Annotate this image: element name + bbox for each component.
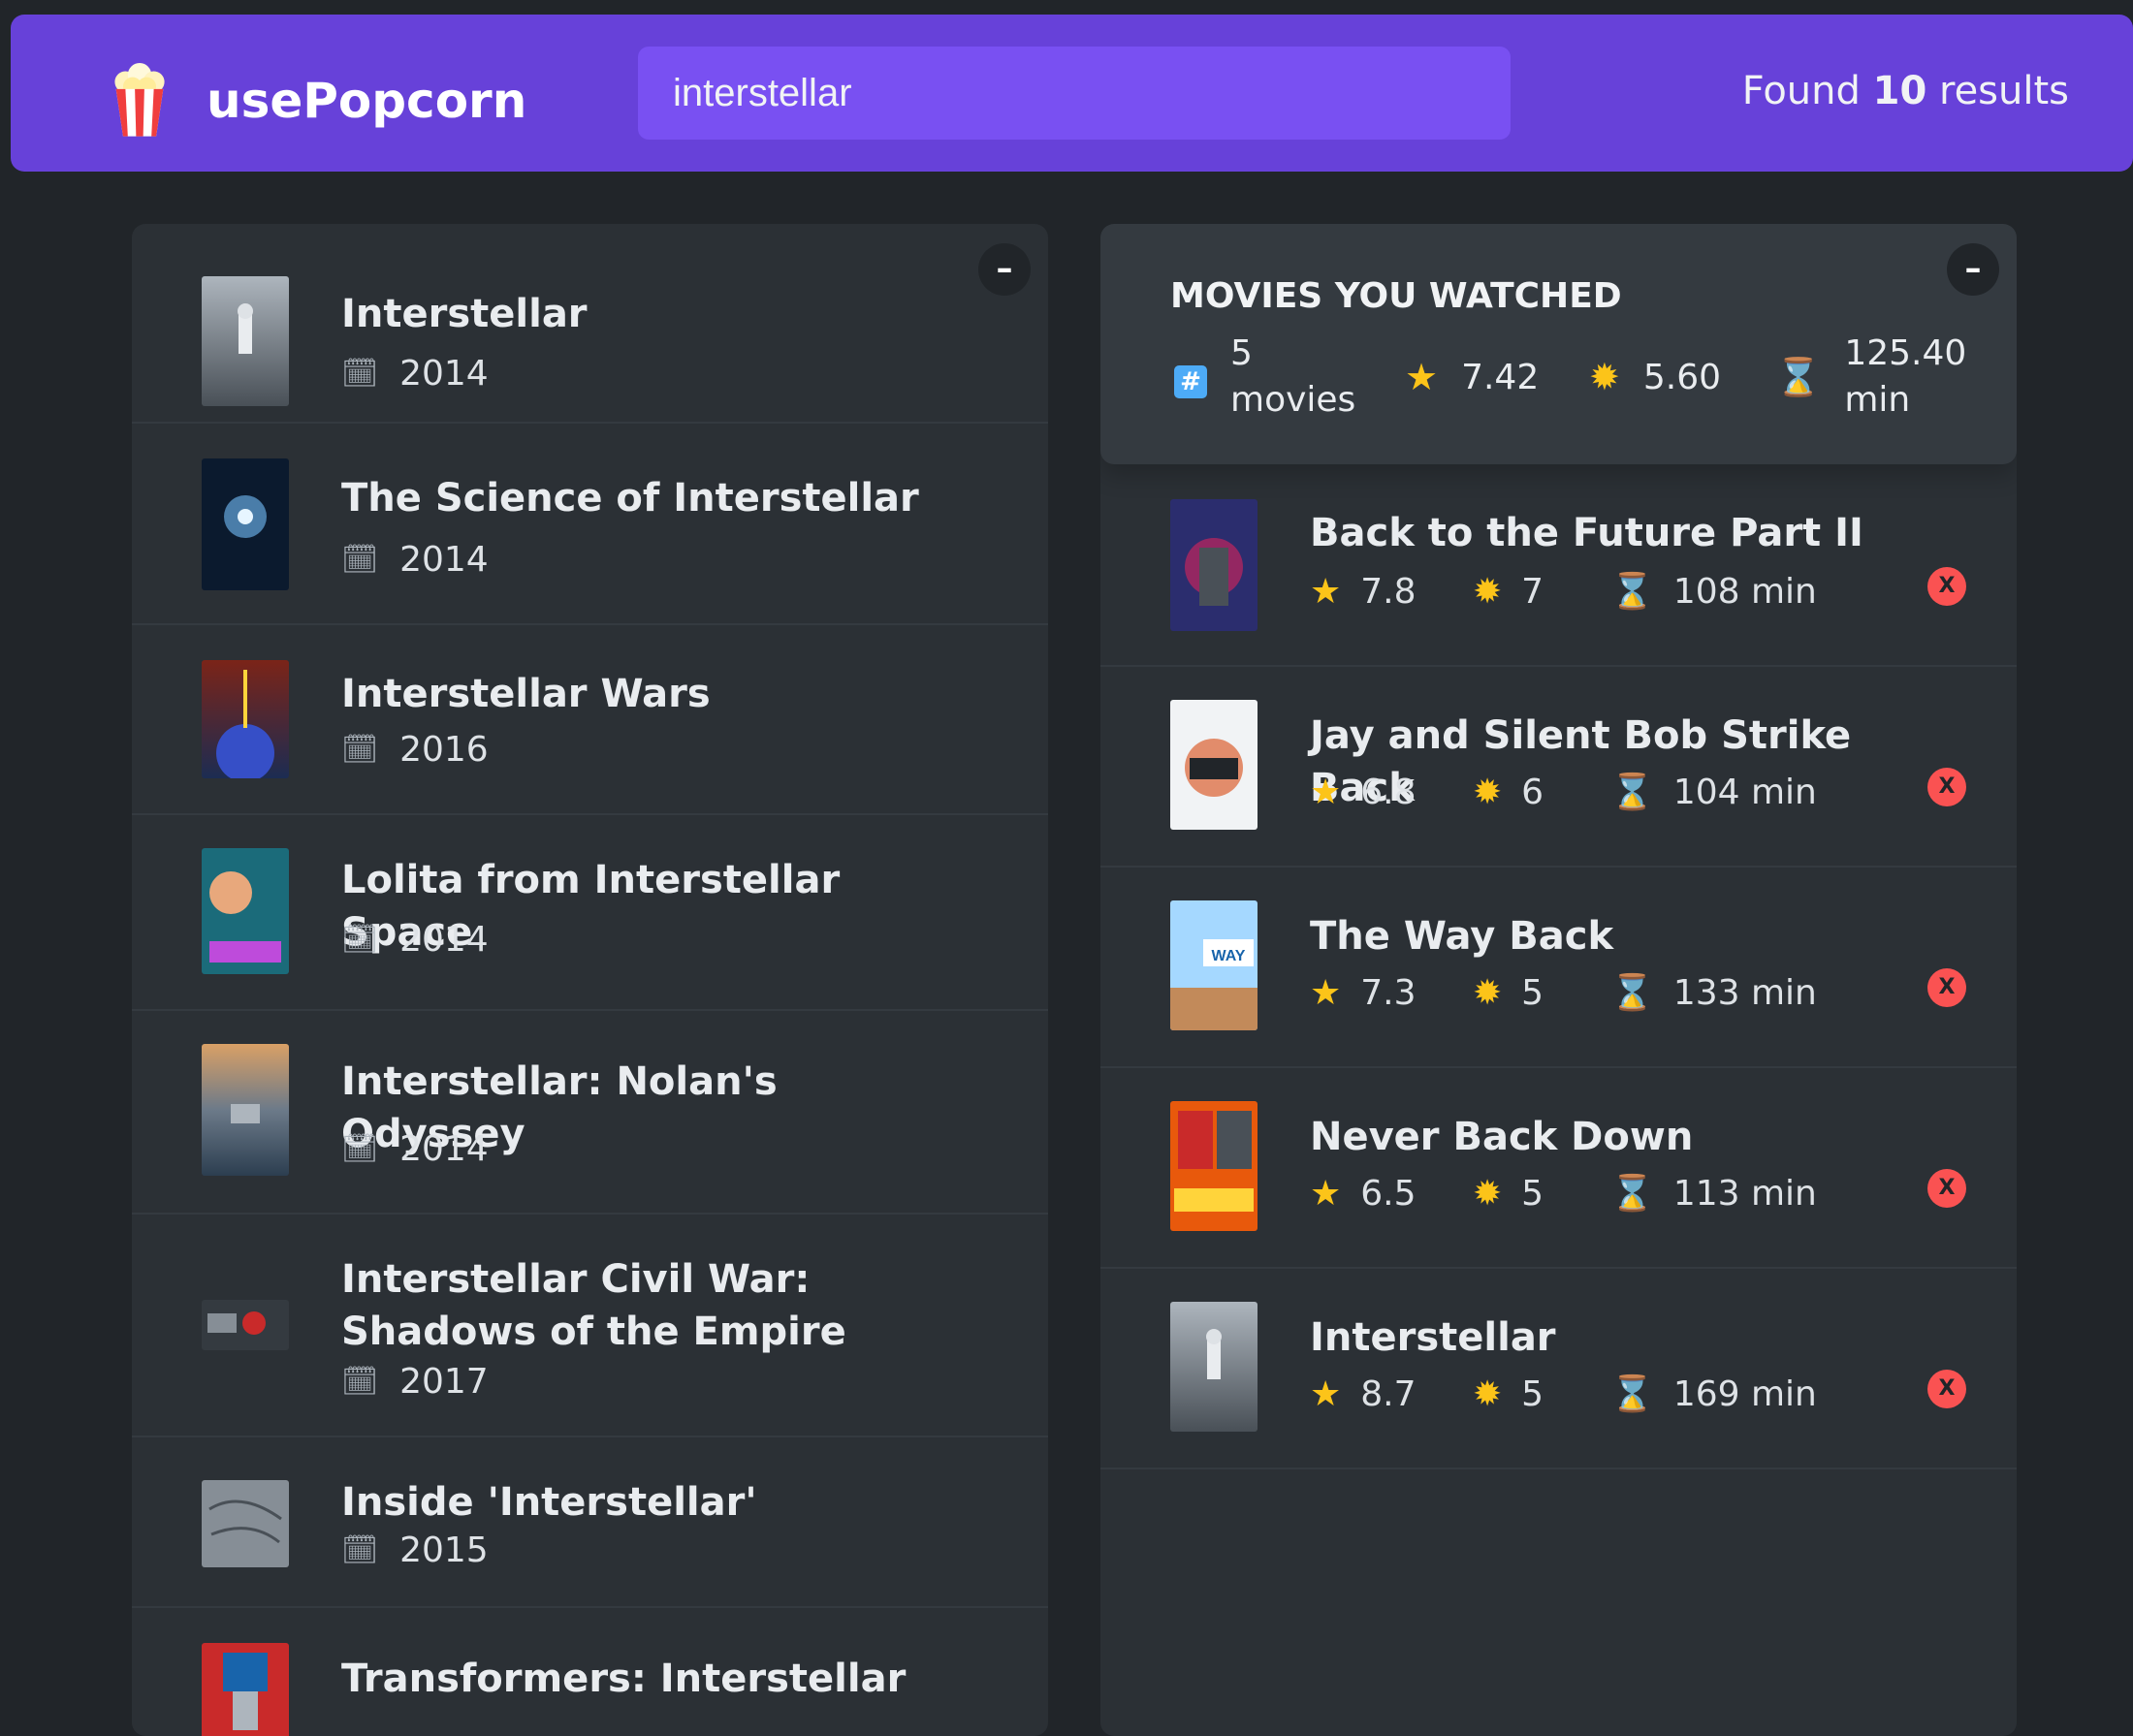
movie-poster: WAY [1170,900,1258,1030]
avg-runtime: ⌛ 125.40 min [1775,333,1967,420]
watched-item[interactable]: Never Back Down ★ 6.5 ✹ 5 ⌛ 113 min X [1100,1066,2017,1269]
movie-stats: ★ 7.3 ✹ 5 ⌛ 133 min [1310,972,1817,1014]
delete-button[interactable]: X [1927,1169,1966,1208]
list-item[interactable]: Interstellar Wars 🗓 2016 [132,625,1048,815]
movie-title: Never Back Down [1310,1115,1694,1159]
movie-poster [202,276,289,406]
movie-poster [202,848,289,974]
collapse-toggle-button[interactable]: – [1947,243,1999,296]
watched-item[interactable]: Interstellar ★ 8.7 ✹ 5 ⌛ 169 min X [1100,1267,2017,1469]
star-icon: ★ [1310,972,1342,1013]
watched-item[interactable]: WAY The Way Back ★ 7.3 ✹ 5 ⌛ 133 min X [1100,866,2017,1068]
results-count-number: 10 [1872,69,1927,113]
movie-title: Back to the Future Part II [1310,511,1863,555]
movie-poster [202,1044,289,1176]
movie-poster [202,660,289,778]
hourglass-icon: ⌛ [1610,1174,1654,1214]
list-item[interactable]: Inside 'Interstellar' 🗓 2015 [132,1437,1048,1608]
app-title: usePopcorn [207,73,527,129]
movie-title: The Science of Interstellar [341,476,919,521]
summary-heading: MOVIES YOU WATCHED [1170,276,1622,316]
movie-poster [1170,700,1258,830]
search-input[interactable] [638,47,1511,140]
navbar: usePopcorn Found 10 results [11,15,2133,172]
movie-title: Transformers: Interstellar [341,1657,907,1701]
collapse-toggle-button[interactable]: – [978,243,1031,296]
calendar-icon: 🗓 [341,543,379,577]
hourglass-icon: ⌛ [1610,1374,1654,1414]
movie-poster [202,1643,289,1736]
results-count: Found 10 results [1741,69,2069,113]
calendar-icon: 🗓 [341,357,379,391]
hourglass-icon: ⌛ [1775,355,1822,398]
sparkle-icon: ✹ [1473,772,1503,812]
movie-stats: ★ 7.8 ✹ 7 ⌛ 108 min [1310,571,1817,613]
movie-title: The Way Back [1310,914,1614,959]
search-results-box: – Interstellar 🗓 2014 The Science of Inte… [132,224,1048,1736]
movie-year: 🗓 2016 [341,730,489,770]
movie-stats: ★ 6.5 ✹ 5 ⌛ 113 min [1310,1173,1817,1215]
list-item[interactable]: Transformers: Interstellar [132,1608,1048,1736]
movie-year: 🗓 2017 [341,1362,489,1402]
calendar-icon: 🗓 [341,733,379,767]
movie-poster [202,1480,289,1567]
delete-button[interactable]: X [1927,567,1966,606]
movie-stats: ★ 8.7 ✹ 5 ⌛ 169 min [1310,1373,1817,1415]
sparkle-icon: ✹ [1473,972,1503,1013]
hash-icon: # [1174,365,1207,398]
sparkle-icon: ✹ [1473,571,1503,612]
star-icon: ★ [1310,1173,1342,1214]
list-item[interactable]: Interstellar 🗓 2014 [132,224,1048,424]
watched-summary: MOVIES YOU WATCHED # 5 movies ★ 7.42 ✹ 5.60… [1100,224,2017,464]
calendar-icon: 🗓 [341,1365,379,1399]
watched-item[interactable]: Back to the Future Part II ★ 7.8 ✹ 7 ⌛ 108 … [1100,464,2017,667]
watched-box: – MOVIES YOU WATCHED # 5 movies ★ 7.42 ✹ 5.… [1100,224,2017,1736]
svg-text:WAY: WAY [1212,948,1246,964]
star-icon: ★ [1310,571,1342,612]
movie-poster [1170,499,1258,631]
movie-year: 🗓 2014 [341,354,489,394]
movie-poster [202,1300,289,1350]
star-icon: ★ [1310,1373,1342,1414]
star-icon: ★ [1405,356,1439,398]
watched-item[interactable]: Jay and Silent Bob Strike Back ★ 6.8 ✹ 6 ⌛… [1100,665,2017,868]
watched-count: # 5 movies [1174,331,1355,424]
list-item[interactable]: Interstellar Civil War: Shadows of the E… [132,1215,1048,1437]
movie-year: 🗓 2014 [341,540,489,580]
movie-title: Inside 'Interstellar' [341,1480,757,1525]
avg-imdb-rating: ★ 7.42 [1405,356,1540,398]
movie-title: Interstellar [341,292,588,336]
movie-title: Interstellar [1310,1315,1556,1360]
movie-year: 🗓 2014 [341,1129,489,1169]
calendar-icon: 🗓 [341,1533,379,1567]
list-item[interactable]: Interstellar: Nolan's Odyssey 🗓 2014 [132,1011,1048,1215]
delete-button[interactable]: X [1927,968,1966,1007]
movie-stats: ★ 6.8 ✹ 6 ⌛ 104 min [1310,772,1817,813]
hourglass-icon: ⌛ [1610,973,1654,1013]
movie-title: Interstellar Wars [341,672,711,716]
movie-poster [1170,1302,1258,1432]
delete-button[interactable]: X [1927,1370,1966,1408]
logo: usePopcorn [102,63,526,139]
star-icon: ★ [1310,772,1342,812]
hourglass-icon: ⌛ [1610,572,1654,612]
movie-year: 🗓 2015 [341,1531,489,1570]
movie-poster [1170,1101,1258,1231]
sparkle-icon: ✹ [1589,356,1620,398]
list-item[interactable]: The Science of Interstellar 🗓 2014 [132,424,1048,625]
movie-year: 🗓 2014 [341,920,489,960]
movie-poster [202,458,289,590]
calendar-icon: 🗓 [341,1132,379,1166]
avg-user-rating: ✹ 5.60 [1589,356,1721,398]
popcorn-icon [114,63,165,137]
sparkle-icon: ✹ [1473,1373,1503,1414]
delete-button[interactable]: X [1927,768,1966,806]
movie-title: Interstellar Civil War: Shadows of the E… [341,1257,846,1354]
hourglass-icon: ⌛ [1610,773,1654,812]
calendar-icon: 🗓 [341,923,379,957]
sparkle-icon: ✹ [1473,1173,1503,1214]
list-item[interactable]: Lolita from Interstellar Space 🗓 2014 [132,815,1048,1011]
